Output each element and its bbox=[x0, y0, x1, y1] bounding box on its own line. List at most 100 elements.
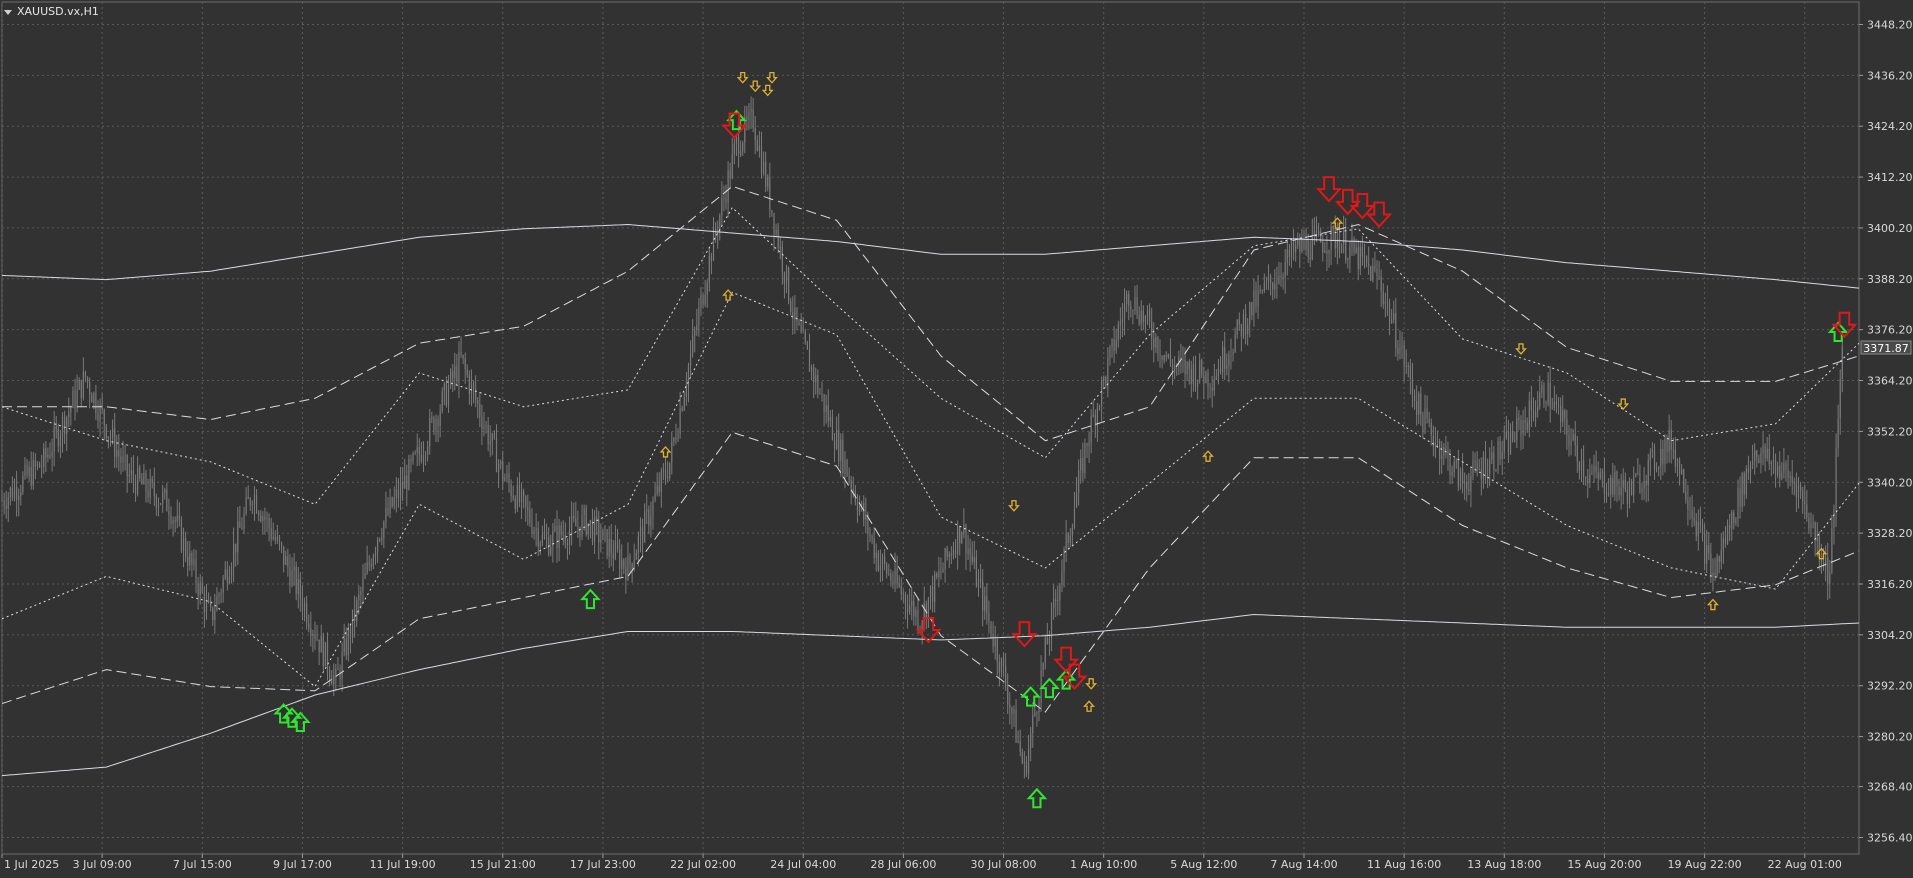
y-tick-label: 3304.20 bbox=[1867, 629, 1913, 642]
candle-body bbox=[671, 441, 673, 463]
candle-body bbox=[752, 108, 754, 128]
candle-body bbox=[520, 490, 523, 503]
x-tick-label: 7 Jul 15:00 bbox=[173, 858, 232, 871]
candle-body bbox=[245, 497, 247, 514]
candle-body bbox=[18, 496, 20, 501]
candle-body bbox=[1378, 276, 1380, 278]
candle-body bbox=[1230, 354, 1232, 356]
candle-body bbox=[942, 568, 944, 573]
candle-body bbox=[264, 516, 266, 520]
chart-window[interactable]: 3448.20 3436.20 3424.20 3412.20 3400.20 3388.… bbox=[0, 0, 1913, 874]
candle-body bbox=[427, 446, 429, 455]
candle-body bbox=[1080, 458, 1082, 471]
candle-body bbox=[1192, 364, 1195, 384]
candle-body bbox=[1011, 707, 1013, 714]
candle-body bbox=[1211, 387, 1213, 391]
price-axis[interactable]: 3448.20 3436.20 3424.20 3412.20 3400.20 3388.… bbox=[1859, 18, 1913, 844]
candle-body bbox=[806, 341, 808, 350]
candle-body bbox=[472, 382, 475, 389]
candle-body bbox=[1806, 504, 1808, 518]
candle-body bbox=[212, 607, 214, 620]
candle-body bbox=[1284, 262, 1286, 278]
candle-body bbox=[1184, 359, 1186, 375]
candle-body bbox=[994, 639, 996, 647]
candle-body bbox=[1614, 471, 1616, 495]
candle-body bbox=[1032, 715, 1034, 733]
candle-body bbox=[742, 142, 744, 152]
candle-body bbox=[318, 639, 320, 653]
candle-body bbox=[1146, 310, 1149, 317]
candle-body bbox=[22, 475, 24, 493]
candle-body bbox=[262, 516, 264, 521]
candle-body bbox=[1574, 434, 1576, 446]
candle-body bbox=[1196, 379, 1199, 387]
candle-body bbox=[431, 417, 433, 419]
candle-body bbox=[1067, 533, 1069, 544]
candle-body bbox=[1251, 302, 1253, 315]
symbol-label: XAUUSD.vx,H1 bbox=[17, 5, 99, 18]
candle-body bbox=[59, 436, 62, 447]
candle-body bbox=[760, 145, 763, 174]
plot-area[interactable] bbox=[1, 1, 1860, 855]
candle-body bbox=[237, 521, 239, 553]
chevron-down-icon[interactable] bbox=[4, 9, 12, 15]
candle-body bbox=[1322, 242, 1324, 253]
chart-title[interactable]: XAUUSD.vx,H1 bbox=[4, 4, 99, 20]
candle-body bbox=[1681, 469, 1683, 475]
x-tick-label: 13 Aug 18:00 bbox=[1467, 858, 1541, 871]
candle-body bbox=[1005, 666, 1007, 687]
candle-body bbox=[1770, 461, 1772, 464]
candle-body bbox=[648, 509, 650, 526]
candle-body bbox=[1745, 468, 1747, 495]
candle-body bbox=[1774, 459, 1777, 476]
candle-body bbox=[823, 394, 825, 413]
candle-body bbox=[1626, 489, 1628, 504]
candle-body bbox=[1069, 535, 1071, 544]
candle-body bbox=[1568, 435, 1570, 447]
candle-body bbox=[781, 246, 783, 273]
x-tick-label: 1 Aug 10:00 bbox=[1070, 858, 1137, 871]
candle-body bbox=[737, 136, 740, 156]
candle-body bbox=[1219, 368, 1222, 373]
candle-body bbox=[917, 609, 919, 628]
candle-body bbox=[1376, 268, 1378, 277]
candle-body bbox=[1007, 686, 1009, 705]
candle-body bbox=[1171, 364, 1174, 372]
candle-body bbox=[1810, 524, 1812, 529]
candle-body bbox=[756, 140, 758, 151]
candle-body bbox=[831, 417, 834, 441]
candle-body bbox=[998, 662, 1000, 673]
candle-body bbox=[1025, 761, 1028, 774]
candle-body bbox=[984, 596, 986, 611]
candle-body bbox=[858, 505, 861, 512]
candle-body bbox=[1516, 417, 1518, 441]
x-tick-label: 30 Jul 08:00 bbox=[971, 858, 1037, 871]
price-chart[interactable]: 3448.20 3436.20 3424.20 3412.20 3400.20 3388.… bbox=[0, 0, 1913, 874]
candle-body bbox=[1048, 638, 1051, 645]
candle-body bbox=[1055, 599, 1057, 601]
candle-body bbox=[564, 535, 566, 543]
candle-body bbox=[38, 463, 41, 468]
candle-body bbox=[1501, 451, 1503, 459]
candle-body bbox=[1340, 244, 1343, 253]
time-axis[interactable]: 1 Jul 2025 3 Jul 09:00 7 Jul 15:00 9 Jul 17… bbox=[1, 854, 1842, 871]
candle-body bbox=[174, 520, 176, 522]
candle-body bbox=[792, 312, 794, 319]
candle-body bbox=[911, 601, 913, 606]
candle-body bbox=[333, 675, 335, 685]
candle-body bbox=[72, 390, 74, 408]
candle-body bbox=[1522, 419, 1524, 435]
candle-body bbox=[20, 492, 22, 497]
candle-body bbox=[535, 528, 537, 530]
candle-body bbox=[1280, 275, 1282, 278]
candle-body bbox=[1703, 533, 1706, 564]
candle-body bbox=[458, 352, 460, 382]
candle-body bbox=[1130, 306, 1132, 310]
candle-body bbox=[1315, 230, 1318, 234]
candle-body bbox=[810, 367, 813, 372]
candle-body bbox=[1649, 452, 1651, 461]
candle-body bbox=[429, 418, 431, 447]
candle-body bbox=[1159, 353, 1161, 356]
candle-body bbox=[525, 496, 527, 507]
candle-body bbox=[462, 354, 464, 359]
